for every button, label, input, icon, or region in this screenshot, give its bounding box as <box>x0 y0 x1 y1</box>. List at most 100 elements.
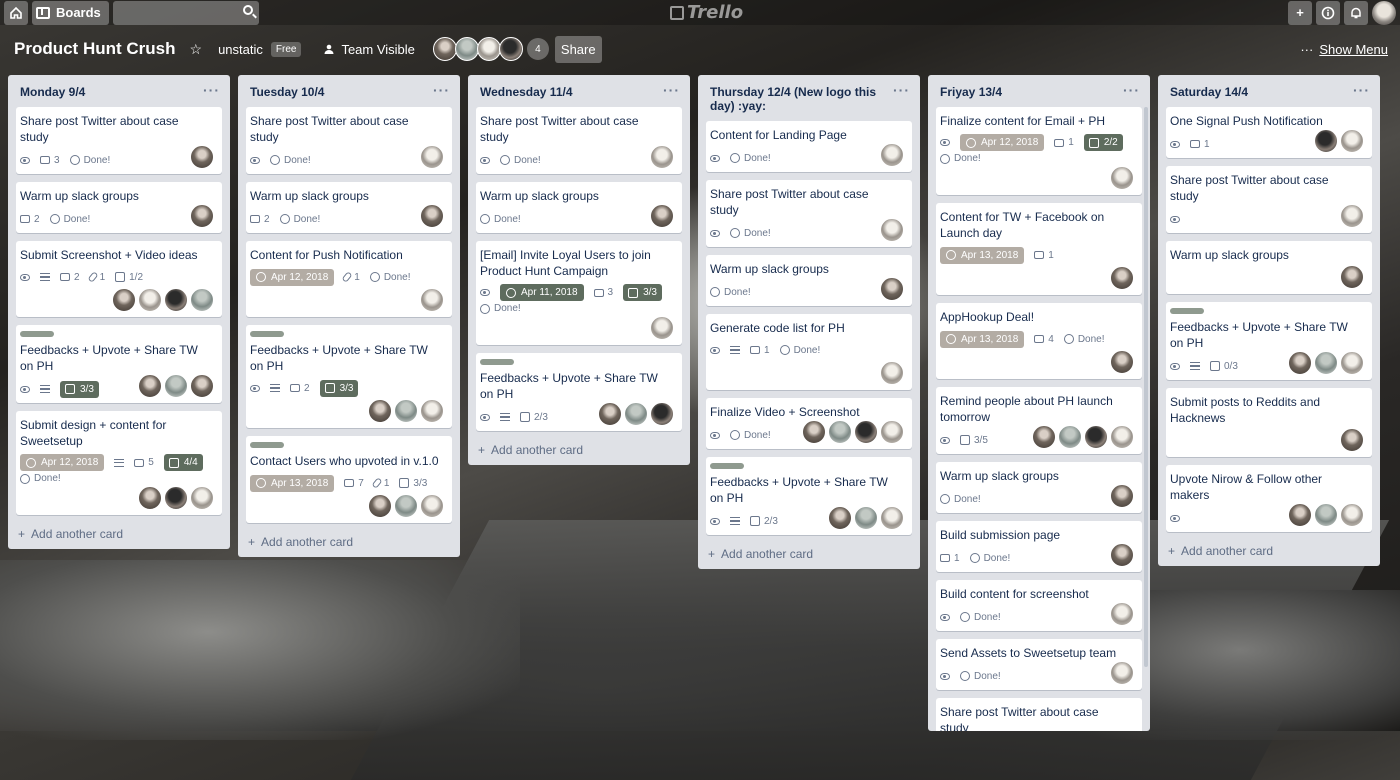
member-avatar[interactable] <box>190 204 214 228</box>
card[interactable]: Feedbacks + Upvote + Share TW on PH 3/3 <box>16 325 222 403</box>
member-avatar[interactable] <box>138 374 162 398</box>
member-avatar[interactable] <box>368 399 392 423</box>
member-avatar[interactable] <box>420 494 444 518</box>
card[interactable]: Warm up slack groups Done! <box>476 182 682 233</box>
card[interactable]: [Email] Invite Loyal Users to join Produ… <box>476 241 682 345</box>
card[interactable]: Contact Users who upvoted in v.1.0 Apr 13… <box>246 436 452 523</box>
member-avatar[interactable] <box>138 486 162 510</box>
card[interactable]: One Signal Push Notification 1 <box>1166 107 1372 158</box>
list-menu-icon[interactable]: ··· <box>1353 83 1370 97</box>
due-date-badge[interactable]: Apr 12, 2018 <box>20 454 105 471</box>
member-avatar[interactable] <box>432 37 457 61</box>
list-scrollbar[interactable] <box>1144 107 1148 667</box>
member-avatar[interactable] <box>1110 166 1134 190</box>
card[interactable]: Share post Twitter about case study <box>936 698 1142 731</box>
share-button[interactable]: Share <box>554 35 602 63</box>
list-title[interactable]: Wednesday 11/4 <box>480 85 573 99</box>
member-avatar[interactable] <box>1110 484 1134 508</box>
member-avatar[interactable] <box>1058 425 1082 449</box>
member-avatar[interactable] <box>1314 129 1338 153</box>
member-avatar[interactable] <box>164 288 188 312</box>
list-title[interactable]: Friyay 13/4 <box>940 85 1002 99</box>
card[interactable]: AppHookup Deal! Apr 13, 2018 4 Done! <box>936 303 1142 379</box>
visibility-button[interactable]: Team Visible <box>323 42 415 57</box>
show-menu-button[interactable]: ··· Show Menu <box>1300 42 1388 57</box>
list-title[interactable]: Thursday 12/4 (New logo this day) :yay: <box>710 85 893 113</box>
member-avatar[interactable] <box>880 277 904 301</box>
boards-button[interactable]: Boards <box>32 0 109 25</box>
member-avatar[interactable] <box>1314 503 1338 527</box>
card[interactable]: Content for TW + Facebook on Launch day A… <box>936 203 1142 295</box>
member-avatar[interactable] <box>1340 351 1364 375</box>
list-menu-icon[interactable]: ··· <box>433 83 450 97</box>
member-avatar[interactable] <box>880 420 904 444</box>
member-avatar[interactable] <box>1110 425 1134 449</box>
add-card-button[interactable]: + Add another card <box>1166 540 1372 566</box>
card-label[interactable] <box>250 442 284 448</box>
member-avatar[interactable] <box>476 37 501 61</box>
member-avatar[interactable] <box>164 486 188 510</box>
card[interactable]: Warm up slack groups <box>1166 241 1372 294</box>
card[interactable]: Feedbacks + Upvote + Share TW on PH 2 3/3 <box>246 325 452 428</box>
add-card-button[interactable]: + Add another card <box>16 523 222 549</box>
card[interactable]: Share post Twitter about case study <box>1166 166 1372 233</box>
member-avatar[interactable] <box>828 506 852 530</box>
member-avatar[interactable] <box>190 374 214 398</box>
member-count[interactable]: 4 <box>526 38 549 60</box>
member-avatar[interactable] <box>164 374 188 398</box>
card[interactable]: Submit Screenshot + Video ideas 2 1 1/2 <box>16 241 222 317</box>
card-label[interactable] <box>480 359 514 365</box>
member-avatar[interactable] <box>1110 350 1134 374</box>
card[interactable]: Upvote Nirow & Follow other makers <box>1166 465 1372 532</box>
info-button[interactable] <box>1316 0 1340 25</box>
due-date-badge[interactable]: Apr 11, 2018 <box>500 284 584 301</box>
member-avatar[interactable] <box>854 506 878 530</box>
member-avatar[interactable] <box>880 218 904 242</box>
member-avatar[interactable] <box>1288 351 1312 375</box>
member-avatar[interactable] <box>420 288 444 312</box>
card-label[interactable] <box>20 331 54 337</box>
create-button[interactable]: + <box>1288 0 1312 25</box>
member-avatar[interactable] <box>650 145 674 169</box>
card[interactable]: Content for Landing Page Done! <box>706 121 912 172</box>
member-avatar[interactable] <box>1340 503 1364 527</box>
list-menu-icon[interactable]: ··· <box>663 83 680 97</box>
card[interactable]: Share post Twitter about case study 3 Done… <box>16 107 222 174</box>
member-avatar[interactable] <box>1314 351 1338 375</box>
card[interactable]: Share post Twitter about case study Done! <box>246 107 452 174</box>
notifications-button[interactable] <box>1344 0 1368 25</box>
member-avatar[interactable] <box>190 486 214 510</box>
member-avatar[interactable] <box>420 204 444 228</box>
search-input[interactable] <box>112 0 259 25</box>
member-avatar[interactable] <box>1110 602 1134 626</box>
card[interactable]: Remind people about PH launch tomorrow 3/… <box>936 387 1142 454</box>
card[interactable]: Feedbacks + Upvote + Share TW on PH 2/3 <box>476 353 682 431</box>
member-avatar[interactable] <box>828 420 852 444</box>
trello-logo[interactable]: Trello <box>670 2 743 23</box>
card[interactable]: Warm up slack groups 2 Done! <box>246 182 452 233</box>
member-avatar[interactable] <box>394 494 418 518</box>
member-avatar[interactable] <box>454 37 479 61</box>
member-avatar[interactable] <box>420 399 444 423</box>
card[interactable]: Submit posts to Reddits and Hacknews <box>1166 388 1372 457</box>
member-avatar[interactable] <box>1084 425 1108 449</box>
card[interactable]: Feedbacks + Upvote + Share TW on PH 2/3 <box>706 457 912 535</box>
card[interactable]: Feedbacks + Upvote + Share TW on PH 0/3 <box>1166 302 1372 380</box>
member-avatar[interactable] <box>650 316 674 340</box>
card[interactable]: Finalize content for Email + PH Apr 12, 2… <box>936 107 1142 195</box>
list-menu-icon[interactable]: ··· <box>203 83 220 97</box>
member-avatar[interactable] <box>624 402 648 426</box>
due-date-badge[interactable]: Apr 13, 2018 <box>940 246 1025 264</box>
add-card-button[interactable]: + Add another card <box>246 531 452 557</box>
team-name[interactable]: unstatic <box>218 42 263 57</box>
member-avatar[interactable] <box>420 145 444 169</box>
card[interactable]: Finalize Video + Screenshot Done! <box>706 398 912 449</box>
member-avatar[interactable] <box>1032 425 1056 449</box>
list-title[interactable]: Saturday 14/4 <box>1170 85 1248 99</box>
card[interactable]: Share post Twitter about case study Done! <box>476 107 682 174</box>
card[interactable]: Share post Twitter about case study Done! <box>706 180 912 247</box>
member-avatar[interactable] <box>1288 503 1312 527</box>
due-date-badge[interactable]: Apr 12, 2018 <box>250 268 335 286</box>
member-avatar[interactable] <box>1340 428 1364 452</box>
member-avatar[interactable] <box>880 506 904 530</box>
